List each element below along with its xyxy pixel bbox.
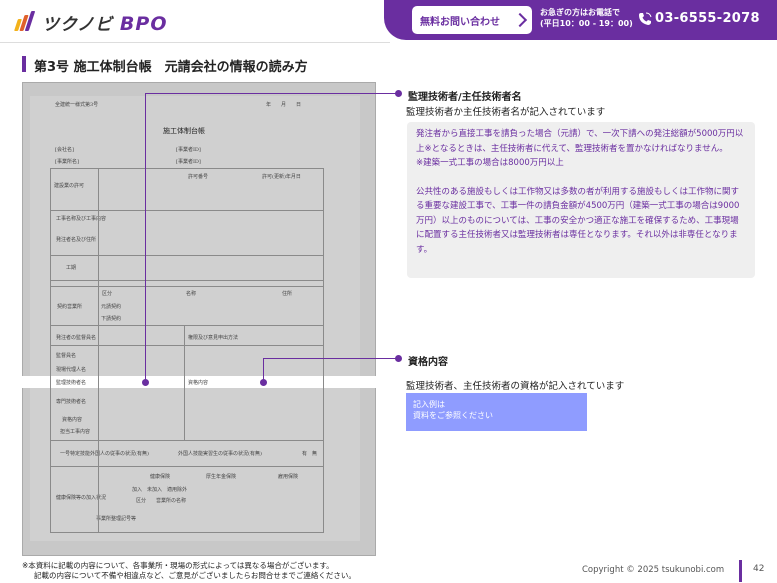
form-row-label: 現場代理人名 [56,367,87,373]
form-row-label: 専門技術者名 [56,399,87,405]
form-right-label: 外国人技能実習生の従事の状況(有無) [178,451,262,457]
section-title-qualification: 資格内容 [408,357,448,368]
form-misc: 営業所の名称 [156,498,187,504]
chevron-right-icon [512,12,528,28]
form-row-label: 資格内容 [62,417,83,423]
form-right-label: 許可(更新)年月日 [262,174,301,180]
logo-text: ツクノビ BPO [42,12,168,35]
form-gridline [98,168,99,532]
phone-number[interactable]: 03-6555-2078 [655,11,760,26]
form-table-header: 区分 [102,291,113,297]
contact-banner: 無料お問い合わせ お急ぎの方はお電話で (平日10：00 - 19：00) 03… [384,0,777,40]
marker-dot [395,90,402,97]
form-gridline [50,168,51,532]
form-gridline [50,466,324,467]
form-gridline [50,286,324,287]
connector-line [145,93,146,383]
form-gridline [50,280,324,281]
form-gridline [323,168,324,532]
form-date: 年 月 日 [266,102,302,108]
form-gridline [50,345,324,346]
form-right-label: 資格内容 [188,380,209,386]
form-row-label: 発注者名及び住所 [56,237,97,243]
form-row-label: 工期 [66,265,77,271]
marker-dot [395,355,402,362]
logo[interactable]: ツクノビ BPO [14,10,168,35]
info-paragraph: 発注者から直接工事を請負った場合（元請）で、一次下請への発注総額が5000万円以… [416,129,744,154]
form-sub-row: 元請契約 [101,304,122,310]
info-paragraph: 公共性のある施設もしくは工作物又は多数の者が利用する施設もしくは工作物に関する重… [416,186,740,255]
page-title: 第3号 施工体制台帳 元請会社の情報の読み方 [34,60,308,75]
section-title-supervising-engineer: 監理技術者/主任技術者名 [408,92,522,103]
connector-line [145,93,398,94]
logo-mark-icon [14,11,36,33]
free-inquiry-button[interactable]: 無料お問い合わせ [412,6,532,34]
form-misc: 有 無 [302,451,318,457]
page-number-accent [739,560,742,582]
form-misc: 加入 未加入 適用除外 [132,487,188,493]
connector-line [263,358,398,359]
form-misc: 区分 [136,498,147,504]
form-row-label: [事業所名] [55,159,79,165]
form-table-header: 名称 [186,291,197,297]
form-gridline [50,440,324,441]
form-row-label: 建設業の許可 [54,183,85,189]
info-note: ※建築一式工事の場合は8000万円以上 [416,158,564,168]
form-row-label: 担当工事内容 [60,429,91,435]
form-row-label: 監督員名 [56,353,77,359]
footer-note: ※本資料に記載の内容について、各事業所・現場の形式によっては異なる場合がございま… [22,561,356,580]
title-accent [22,56,26,72]
form-gridline [50,210,324,211]
phone-icon [639,12,652,25]
form-title: 施工体制台帳 [163,127,205,135]
form-corner-label: 全建統一様式第3号 [55,102,99,108]
form-gridline [50,168,324,169]
form-row-label: 発注者の監督員名 [56,335,97,341]
page-number: 42 [753,564,765,574]
section-desc-qualification: 監理技術者、主任技術者の資格が記入されています [406,381,625,392]
header-divider [0,42,390,43]
form-misc: 事業所整理記号等 [96,516,137,522]
form-insurance-header: 雇用保険 [278,474,299,480]
form-gridline [50,532,324,533]
example-reference-box[interactable]: 記入例は 資料をご参照ください [406,393,587,431]
phone-hours-note: お急ぎの方はお電話で (平日10：00 - 19：00) [540,8,633,28]
info-box: 発注者から直接工事を請負った場合（元請）で、一次下請への発注総額が5000万円以… [407,122,755,278]
form-right-label: 権限及び意見申出方法 [188,335,239,341]
form-gridline [50,325,324,326]
form-right-label: 許可番号 [188,174,209,180]
form-gridline [50,255,324,256]
form-row-label: [会社名] [55,147,74,153]
form-row-label: 契約営業所 [57,304,83,310]
form-right-label: [事業者ID] [176,159,201,165]
form-right-label: [事業者ID] [176,147,201,153]
section-desc-supervising-engineer: 監理技術者か主任技術者名が記入されています [406,107,606,118]
form-gridline [184,325,185,440]
form-table-header: 住所 [282,291,293,297]
form-insurance-header: 厚生年金保険 [206,474,237,480]
form-sub-row: 下請契約 [101,316,122,322]
form-insurance-header: 健康保険 [150,474,171,480]
copyright: Copyright © 2025 tsukunobi.com [582,565,725,575]
marker-dot [142,379,149,386]
form-row-label: 一号特定技能外国人の従事の状況(有無) [60,451,149,457]
marker-dot [260,379,267,386]
form-row-label: 監理技術者名 [56,380,87,386]
